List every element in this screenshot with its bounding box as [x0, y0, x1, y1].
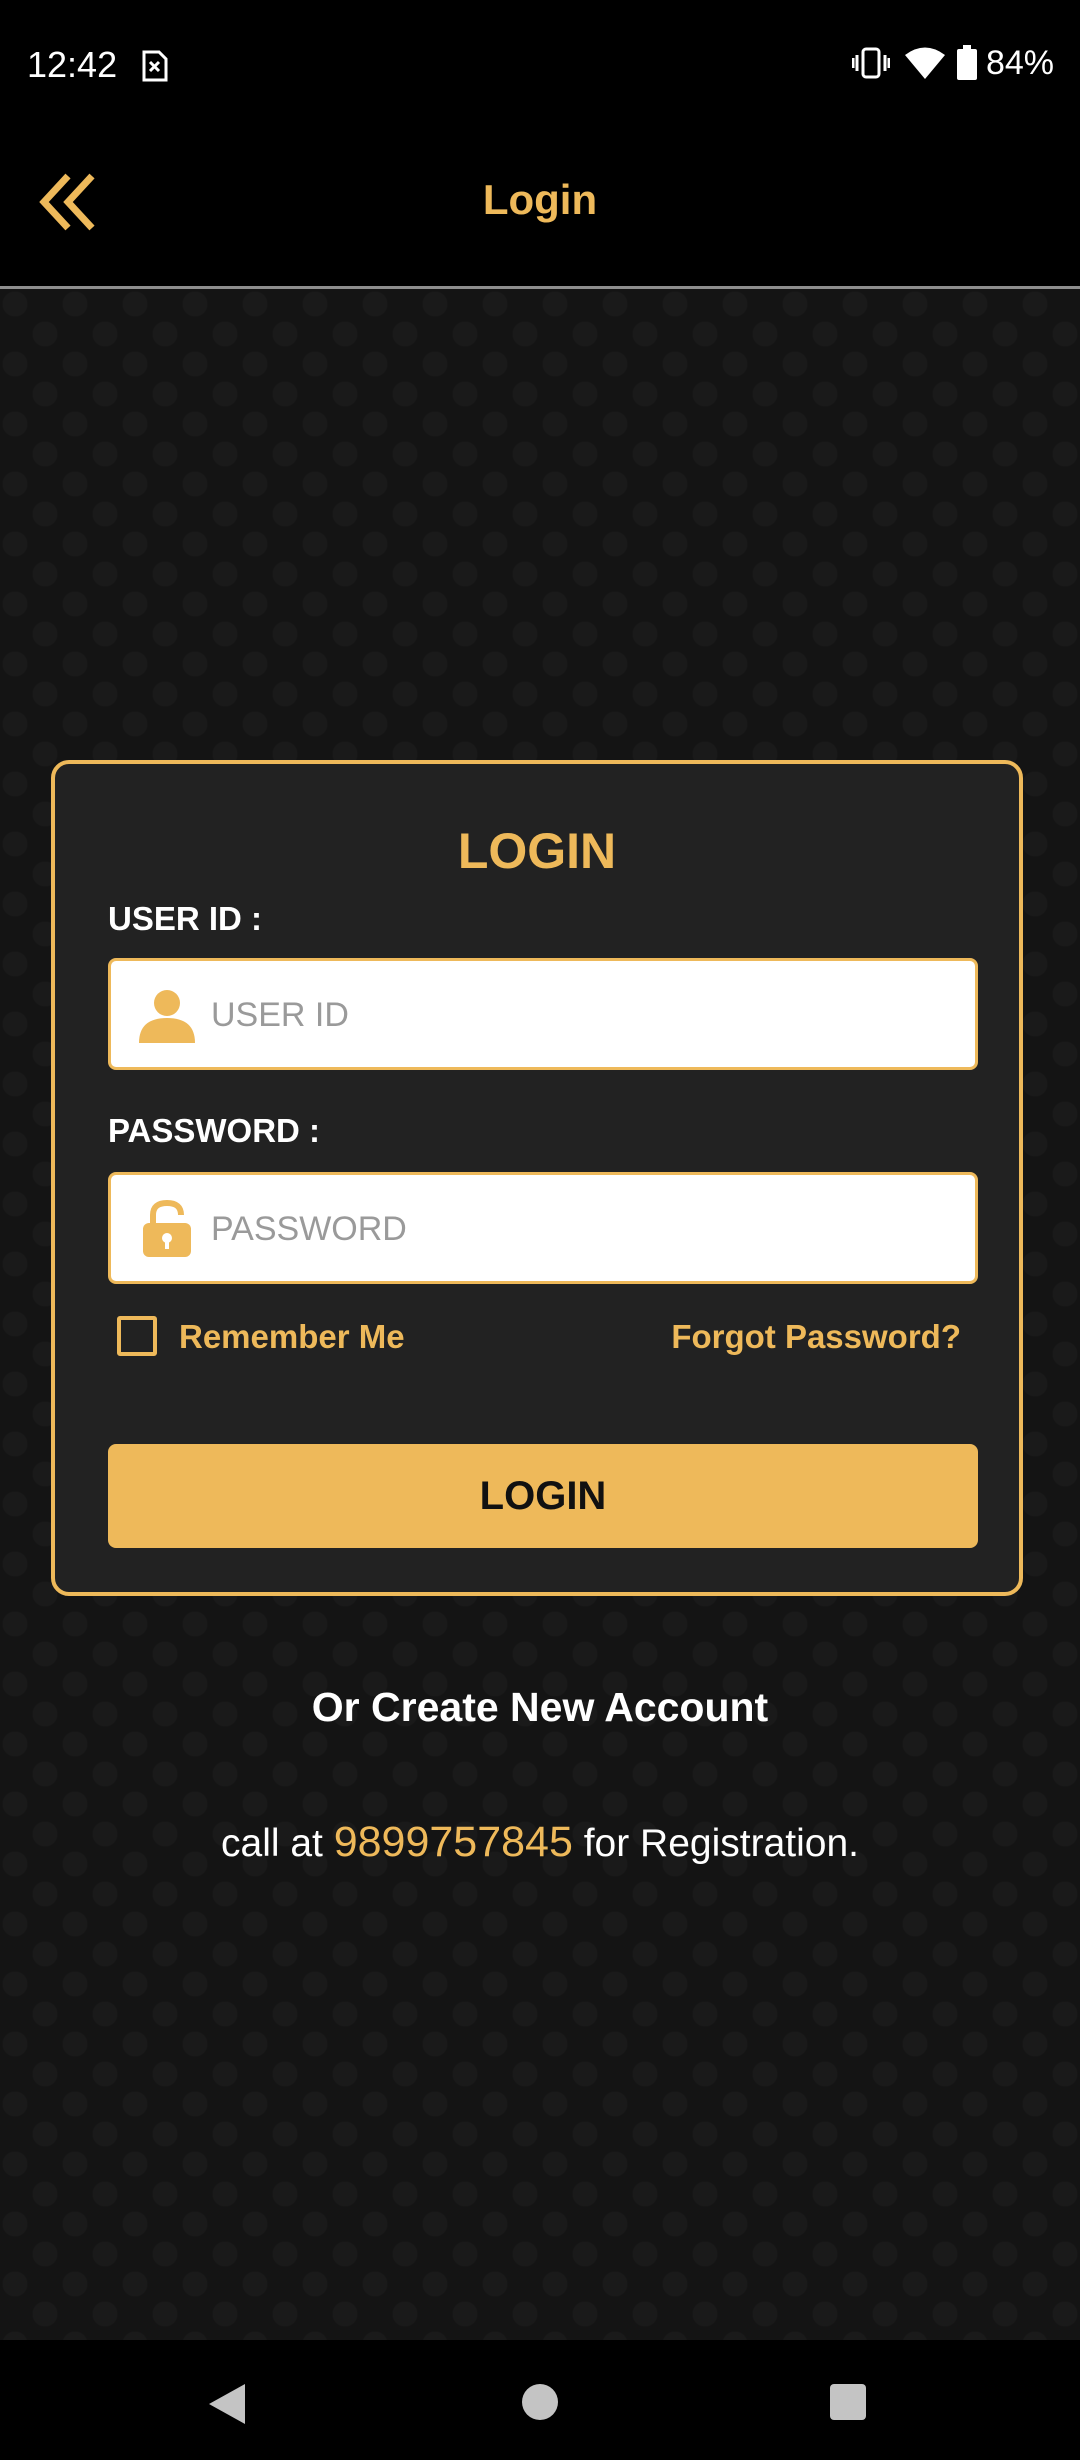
- create-account-link[interactable]: Or Create New Account: [0, 1684, 1080, 1731]
- user-id-field[interactable]: [108, 958, 978, 1070]
- password-label: PASSWORD :: [108, 1112, 321, 1149]
- registration-phone[interactable]: 9899757845: [334, 1818, 573, 1866]
- battery-icon: [956, 45, 977, 80]
- unlock-icon: [143, 1199, 191, 1257]
- home-circle-icon[interactable]: [521, 2383, 559, 2421]
- remember-me-checkbox[interactable]: [117, 1316, 157, 1356]
- battery-percentage: 84%: [985, 43, 1054, 82]
- recents-square-icon[interactable]: [829, 2383, 867, 2421]
- login-card-title: LOGIN: [457, 823, 617, 879]
- registration-suffix: for Registration.: [572, 1822, 859, 1865]
- password-input[interactable]: [209, 1175, 963, 1283]
- status-time: 12:42: [27, 44, 118, 85]
- password-field[interactable]: [108, 1172, 978, 1284]
- back-triangle-icon[interactable]: [205, 2380, 249, 2428]
- remember-me-label[interactable]: Remember Me: [179, 1318, 405, 1356]
- sim-alert-icon: [142, 50, 168, 82]
- login-button[interactable]: LOGIN: [108, 1444, 978, 1548]
- user-id-label: USER ID :: [108, 900, 263, 937]
- forgot-password-link[interactable]: Forgot Password?: [671, 1318, 961, 1356]
- user-id-input[interactable]: [209, 961, 963, 1069]
- vibrate-icon: [851, 47, 890, 79]
- status-icons: 84%: [851, 40, 1054, 86]
- wifi-icon: [904, 47, 945, 79]
- registration-prefix: call at: [221, 1822, 334, 1865]
- user-icon: [139, 990, 195, 1043]
- page-title: Login: [482, 176, 598, 223]
- registration-info: call at 9899757845 for Registration.: [0, 1818, 1080, 1867]
- login-card: LOGIN USER ID : PASSWORD : Remember Me F…: [51, 760, 1023, 1596]
